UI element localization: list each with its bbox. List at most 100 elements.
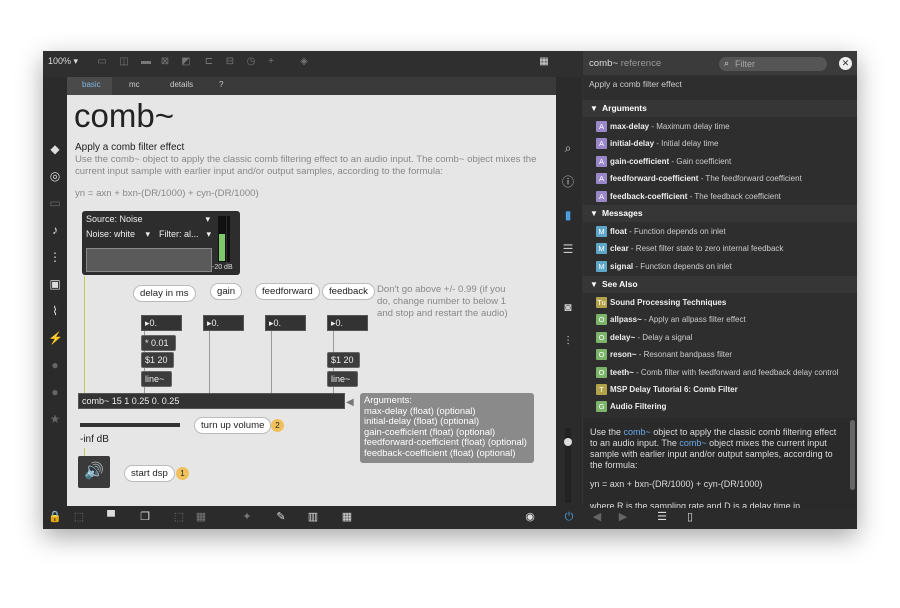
edit-icon[interactable]: ⬚ [72,510,86,524]
gain-slider[interactable] [227,216,230,262]
search-icon[interactable]: ⌕ [561,141,575,155]
message-item[interactable]: Msignal - Function depends on inlet [583,258,857,275]
plug-icon[interactable]: ⚡ [48,331,63,345]
noise-dropdown[interactable]: Noise: white ▾ [86,229,150,239]
tab-details[interactable]: details [170,80,193,89]
message-item[interactable]: Mclear - Reset filter state to zero inte… [583,240,857,257]
item-name[interactable]: signal - Function depends on inlet [610,258,732,275]
item-name[interactable]: initial-delay - Initial delay time [610,135,718,152]
align-icon[interactable]: ◩ [180,56,192,68]
grid-icon[interactable]: ▦ [538,56,550,68]
see-also-item[interactable]: Oreson~ - Resonant bandpass filter [583,346,857,363]
add-icon[interactable]: + [265,56,277,68]
item-name[interactable]: feedforward-coefficient - The feedforwar… [610,170,802,187]
delay-number[interactable]: ▸0. [141,315,182,331]
filter-input[interactable]: Filter [719,57,827,71]
star-icon[interactable]: ★ [48,412,62,426]
item-name[interactable]: Sound Processing Techniques [610,294,726,311]
inlet-icon[interactable]: ⊏ [203,56,215,68]
close-icon[interactable]: ✕ [839,57,852,70]
music-note-icon[interactable]: ♪ [48,223,62,237]
filter-dropdown[interactable]: Filter: al... ▾ [159,229,211,239]
source-dropdown[interactable]: Source: Noise ▾ [86,214,210,224]
power-icon[interactable]: ⏻ [562,510,576,524]
paint-icon[interactable]: ◈ [298,56,310,68]
sequencer-icon[interactable]: ⋮ [48,250,62,264]
item-name[interactable]: MSP Delay Tutorial 6: Comb Filter [610,381,738,398]
lock-icon[interactable]: 🔒 [48,510,62,524]
line-object-feedback[interactable]: line~ [327,371,358,387]
item-name[interactable]: reson~ - Resonant bandpass filter [610,346,732,363]
item-name[interactable]: Audio Filtering [610,398,666,415]
help-circle-icon[interactable]: ● [48,385,62,399]
info-circle-icon[interactable]: ● [48,358,62,372]
document-icon[interactable]: ▯ [683,510,697,524]
paperclip-icon[interactable]: ⌇ [48,304,62,318]
item-name[interactable]: delay~ - Delay a signal [610,329,693,346]
presentation-icon[interactable]: ▭ [96,56,108,68]
volume-slider[interactable] [80,423,180,427]
line-object-delay[interactable]: line~ [141,371,172,387]
see-also-item[interactable]: G Audio Filtering [583,398,857,415]
section-messages[interactable]: ▼ Messages [583,205,857,222]
clock-icon[interactable]: ◷ [245,56,257,68]
play-circle-icon[interactable]: ◉ [523,510,537,524]
tab-basic[interactable]: basic [82,80,101,89]
ui-object-icon[interactable]: ◫ [118,56,130,68]
piano-icon[interactable]: ▥ [306,510,320,524]
magic-icon[interactable]: ✦ [240,510,254,524]
argument-item[interactable]: Afeedback-coefficient - The feedback coe… [583,188,857,205]
reference-scrollbar[interactable] [850,420,855,490]
comment-icon[interactable]: ▬ [140,56,152,68]
menu-icon[interactable]: ☰ [655,510,669,524]
item-name[interactable]: float - Function depends on inlet [610,223,726,240]
video-icon[interactable]: ▭ [48,196,62,210]
argument-item[interactable]: Afeedforward-coefficient - The feedforwa… [583,170,857,187]
forward-arrow-icon[interactable]: ▶ [616,510,630,524]
item-name[interactable]: allpass~ - Apply an allpass filter effec… [610,311,746,328]
see-also-item[interactable]: T MSP Delay Tutorial 6: Comb Filter [583,381,857,398]
outlet-icon[interactable]: ⊟ [224,56,236,68]
argument-item[interactable]: Amax-delay - Maximum delay time [583,118,857,135]
zoom-menu[interactable]: 100% ▾ [48,56,78,67]
see-also-item[interactable]: Odelay~ - Delay a signal [583,329,857,346]
item-name[interactable]: clear - Reset filter state to zero inter… [610,240,783,257]
grid-snap-icon[interactable]: ▦ [194,510,208,524]
ramp-message-delay[interactable]: $1 20 [141,352,174,368]
item-name[interactable]: feedback-coefficient - The feedback coef… [610,188,781,205]
message-item[interactable]: Mfloat - Function depends on inlet [583,223,857,240]
camera-icon[interactable]: ◙ [561,300,575,314]
reference-book-icon[interactable]: ▮ [561,208,575,222]
debug-icon[interactable]: ⬚ [172,510,186,524]
comb-link[interactable]: comb~ [624,427,651,437]
x-box-icon[interactable]: ⊠ [159,56,171,68]
wrench-icon[interactable]: ✎ [274,510,288,524]
section-arguments[interactable]: ▼ Arguments [583,100,857,117]
keyboard-icon[interactable]: ▦ [340,510,354,524]
ezdac-speaker-button[interactable]: 🔊 [78,456,110,488]
ramp-message-feedback[interactable]: $1 20 [327,352,360,368]
item-name[interactable]: gain-coefficient - Gain coefficient [610,153,731,170]
image-icon[interactable]: ▣ [48,277,62,291]
tab-mc[interactable]: mc [129,80,140,89]
section-see-also[interactable]: ▼ See Also [583,276,857,293]
comb-object[interactable]: comb~ 15 1 0.25 0. 0.25 [78,393,345,409]
feedforward-number[interactable]: ▸0. [265,315,306,331]
item-name[interactable]: max-delay - Maximum delay time [610,118,730,135]
target-icon[interactable]: ◎ [48,169,62,183]
list-icon[interactable]: ☰ [561,242,575,256]
tab-help[interactable]: ? [219,80,223,89]
gain-number[interactable]: ▸0. [203,315,244,331]
multiply-object[interactable]: * 0.01 [141,335,176,351]
mixer-icon[interactable]: ⫶ [561,334,575,348]
argument-item[interactable]: Ainitial-delay - Initial delay time [583,135,857,152]
window-icon[interactable]: ❐ [138,510,152,524]
feedback-number[interactable]: ▸0. [327,315,368,331]
comb-link[interactable]: comb~ [679,438,706,448]
inspector-icon[interactable]: ⓘ [561,175,575,189]
back-arrow-icon[interactable]: ◀ [590,510,604,524]
presentation-mode-icon[interactable]: ▀ [104,510,118,524]
see-also-item[interactable]: Tu Sound Processing Techniques [583,294,857,311]
see-also-item[interactable]: Oallpass~ - Apply an allpass filter effe… [583,311,857,328]
item-name[interactable]: teeth~ - Comb filter with feedforward an… [610,364,838,381]
